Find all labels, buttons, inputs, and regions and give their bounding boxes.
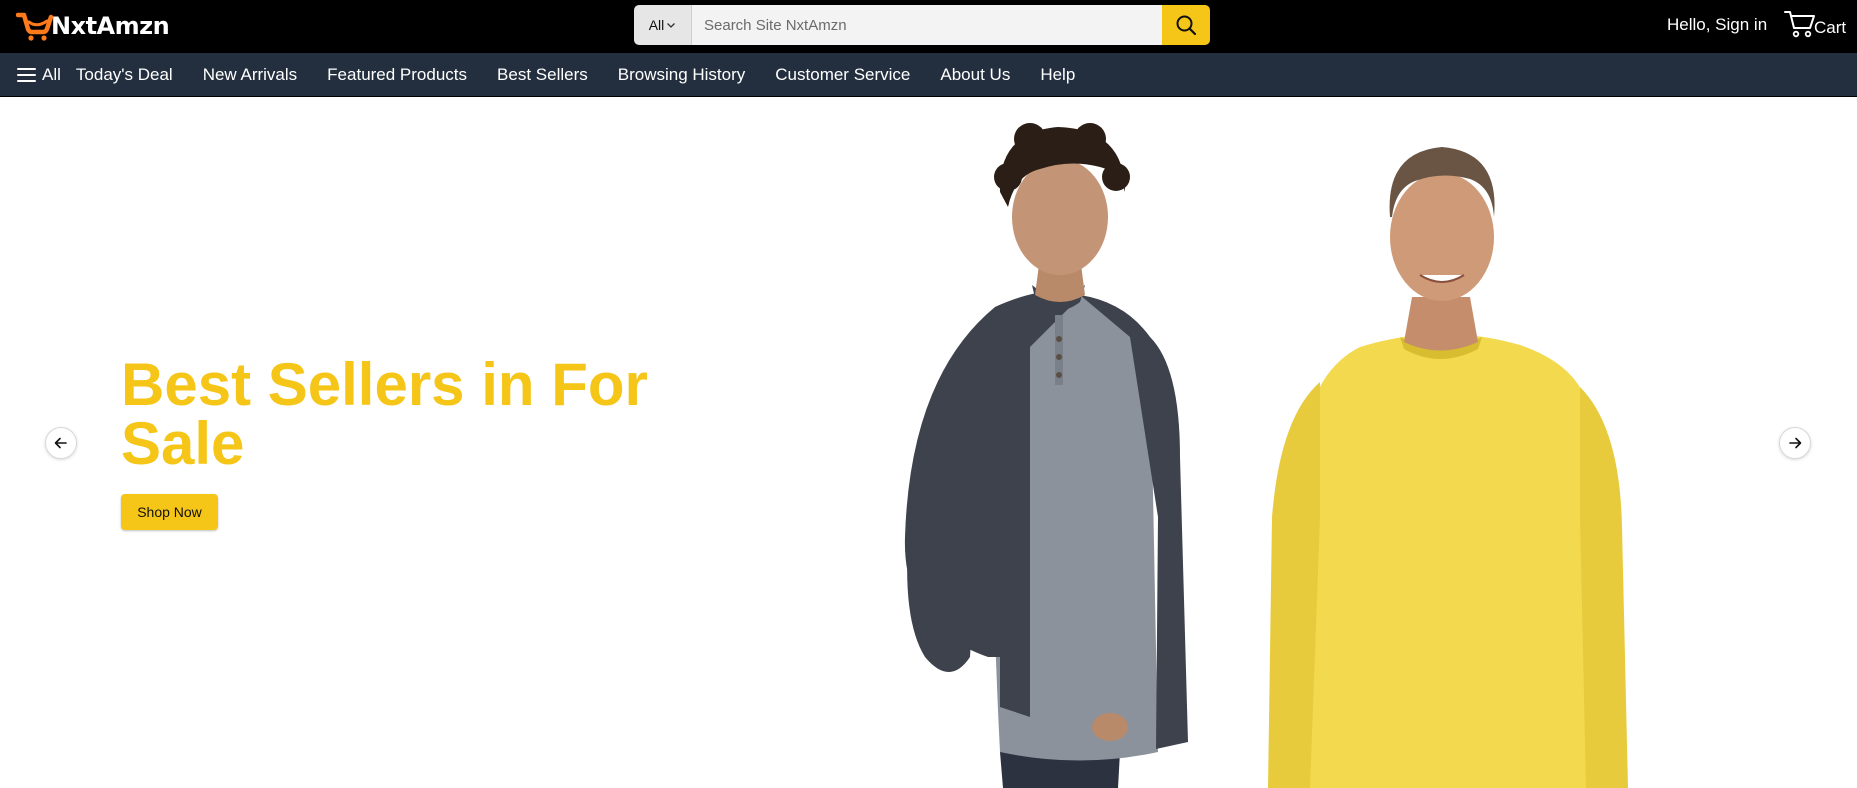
hero-carousel: Best Sellers in For Sale Shop Now — [0, 97, 1857, 788]
nav-item-best-sellers[interactable]: Best Sellers — [497, 65, 588, 85]
top-header: NxtAmzn All Hello, Sign in Cart — [0, 0, 1857, 53]
shop-now-button[interactable]: Shop Now — [121, 494, 218, 530]
hero-product-image[interactable] — [880, 97, 1750, 788]
nav-all-label: All — [42, 64, 61, 84]
nav-item-todays-deal[interactable]: Today's Deal — [76, 65, 173, 85]
nav-item-help[interactable]: Help — [1040, 65, 1075, 85]
search-category-select[interactable]: All — [634, 5, 692, 45]
nav-item-browsing-history[interactable]: Browsing History — [618, 65, 746, 85]
carousel-next-button[interactable] — [1779, 427, 1811, 459]
hero-title: Best Sellers in For Sale — [121, 351, 648, 477]
search-icon — [1176, 15, 1197, 36]
cart-label: Cart — [1814, 18, 1847, 37]
arrow-left-icon — [54, 437, 67, 449]
person-yellow-shirt — [1268, 147, 1628, 788]
search-input[interactable] — [692, 5, 1162, 45]
brand-name: NxtAmzn — [51, 12, 170, 40]
nav-item-new-arrivals[interactable]: New Arrivals — [203, 65, 297, 85]
person-henley-shirt — [904, 123, 1188, 788]
nav-item-customer-service[interactable]: Customer Service — [775, 65, 910, 85]
search-category-label: All — [648, 17, 665, 33]
nav-all-menu[interactable]: All — [17, 65, 61, 85]
carousel-prev-button[interactable] — [45, 427, 77, 459]
cart-button[interactable]: Cart — [1784, 9, 1846, 39]
brand-logo[interactable]: NxtAmzn — [16, 9, 170, 43]
chevron-down-icon — [667, 23, 676, 28]
search-button[interactable] — [1162, 5, 1210, 45]
search-bar: All — [634, 5, 1210, 45]
nav-bar: All Today's Deal New Arrivals Featured P… — [0, 53, 1857, 97]
cart-logo-icon — [16, 12, 54, 41]
nav-item-about-us[interactable]: About Us — [940, 65, 1010, 85]
arrow-right-icon — [1789, 437, 1802, 449]
cart-icon — [1784, 11, 1815, 38]
sign-in-link[interactable]: Hello, Sign in — [1667, 15, 1767, 35]
nav-item-featured-products[interactable]: Featured Products — [327, 65, 467, 85]
menu-icon — [17, 67, 36, 82]
